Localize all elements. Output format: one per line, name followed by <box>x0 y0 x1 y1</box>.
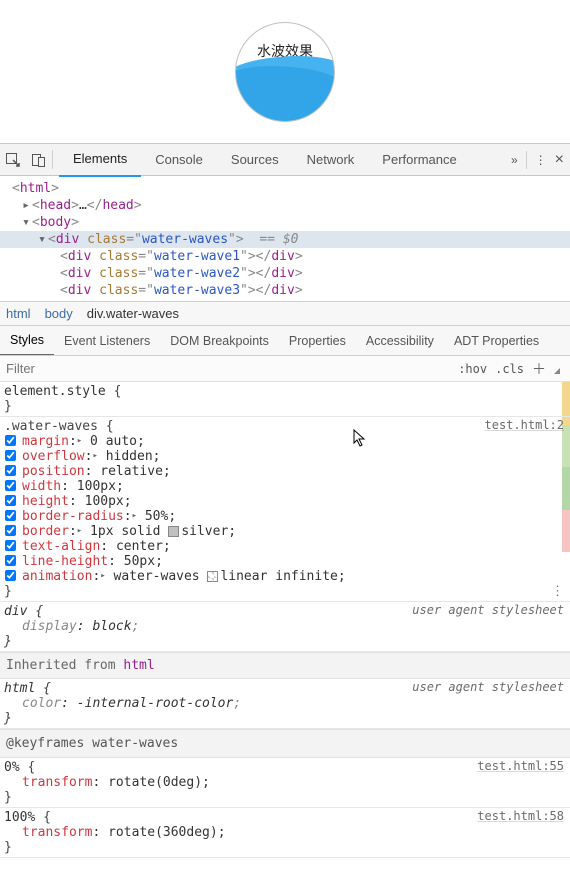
tab-elements[interactable]: Elements <box>59 142 141 177</box>
dom-node-head[interactable]: ▸ <head>…</head> <box>0 197 570 214</box>
css-declaration[interactable]: line-height: 50px; <box>4 554 566 569</box>
rule-water-waves[interactable]: test.html:2 .water-waves { margin:▸ 0 au… <box>0 417 570 602</box>
water-wave-shape-2 <box>235 66 335 121</box>
toggle-checkbox[interactable] <box>5 495 16 506</box>
toggle-checkbox[interactable] <box>5 450 16 461</box>
rule-kf-0[interactable]: test.html:55 0% { transform: rotate(0deg… <box>0 758 570 808</box>
rule-html-ua[interactable]: user agent stylesheet html { color: -int… <box>0 679 570 729</box>
new-style-rule-icon[interactable]: ＋ <box>532 359 546 379</box>
rule-kf-100[interactable]: test.html:58 100% { transform: rotate(36… <box>0 808 570 858</box>
css-declaration[interactable]: overflow:▸ hidden; <box>4 449 566 464</box>
breadcrumb-body[interactable]: body <box>45 306 73 321</box>
toggle-checkbox[interactable] <box>5 570 16 581</box>
expand-tri-icon[interactable]: ▸ <box>92 449 97 464</box>
toggle-checkbox[interactable] <box>5 540 16 551</box>
ua-label: user agent stylesheet <box>412 603 564 618</box>
css-declaration[interactable]: border:▸ 1px solid silver; <box>4 524 566 539</box>
toolbar-right: » ⋮ × <box>505 144 570 175</box>
sub-tab-adt-properties[interactable]: ADT Properties <box>444 327 549 355</box>
toggle-checkbox[interactable] <box>5 525 16 536</box>
expand-tri-icon[interactable]: ▸ <box>100 569 105 584</box>
css-declaration[interactable]: border-radius:▸ 50%; <box>4 509 566 524</box>
ua-label: user agent stylesheet <box>412 680 564 695</box>
water-waves-demo: 水波效果 <box>235 22 335 122</box>
dom-node-water-wave1[interactable]: <div class="water-wave1"></div> <box>0 248 570 265</box>
css-declaration[interactable]: text-align: center; <box>4 539 566 554</box>
expand-tri-icon[interactable]: ▸ <box>132 509 137 524</box>
styles-filter-row: :hov .cls ＋ <box>0 356 570 382</box>
inherited-header: Inherited from html <box>0 652 570 679</box>
tab-performance[interactable]: Performance <box>368 143 470 176</box>
kebab-menu-icon[interactable]: ⋮ <box>535 153 547 167</box>
tab-network[interactable]: Network <box>293 143 369 176</box>
color-swatch[interactable] <box>168 526 179 537</box>
css-declaration[interactable]: animation:▸ water-waves linear infinite; <box>4 569 566 584</box>
toggle-checkbox[interactable] <box>5 555 16 566</box>
expand-corner-icon[interactable] <box>554 364 560 374</box>
expand-tri-icon[interactable]: ▸ <box>77 434 82 449</box>
breadcrumb-current: div.water-waves <box>87 306 179 321</box>
source-link[interactable]: test.html:55 <box>477 759 564 774</box>
collapse-icon: ▾ <box>36 231 48 248</box>
dom-node-water-wave2[interactable]: <div class="water-wave2"></div> <box>0 265 570 282</box>
panel-tabs: Elements Console Sources Network Perform… <box>53 144 505 175</box>
source-link[interactable]: test.html:2 <box>485 418 564 433</box>
hov-toggle[interactable]: :hov <box>458 362 487 376</box>
toggle-checkbox[interactable] <box>5 480 16 491</box>
sub-tab-dom-breakpoints[interactable]: DOM Breakpoints <box>160 327 279 355</box>
dom-tree[interactable]: <html> ▸ <head>…</head> ▾ <body> ⋯ ▾ <di… <box>0 176 570 301</box>
toggle-checkbox[interactable] <box>5 510 16 521</box>
dom-node-html[interactable]: <html> <box>0 180 570 197</box>
source-link[interactable]: test.html:58 <box>477 809 564 824</box>
css-declaration[interactable]: margin:▸ 0 auto; <box>4 434 566 449</box>
dom-node-body[interactable]: ▾ <body> <box>0 214 570 231</box>
expand-tri-icon[interactable]: ▸ <box>77 524 82 539</box>
rule-kebab-icon[interactable]: ⋮ <box>551 584 564 599</box>
separator <box>526 151 527 169</box>
keyframes-header: @keyframes water-waves <box>0 729 570 758</box>
collapse-icon: ▾ <box>20 214 32 231</box>
sub-tab-accessibility[interactable]: Accessibility <box>356 327 444 355</box>
rule-div-ua[interactable]: user agent stylesheet div { display: blo… <box>0 602 570 652</box>
tabs-overflow-icon[interactable]: » <box>511 153 518 167</box>
devtools-toolbar: Elements Console Sources Network Perform… <box>0 143 570 176</box>
sub-tab-properties[interactable]: Properties <box>279 327 356 355</box>
rule-element-style[interactable]: element.style { } <box>0 382 570 417</box>
device-toolbar-icon[interactable] <box>26 144 52 175</box>
sub-tab-styles[interactable]: Styles <box>0 326 54 356</box>
color-swatch[interactable] <box>207 571 218 582</box>
css-declaration[interactable]: width: 100px; <box>4 479 566 494</box>
styles-sub-tabs: Styles Event Listeners DOM Breakpoints P… <box>0 326 570 356</box>
sub-tab-event-listeners[interactable]: Event Listeners <box>54 327 160 355</box>
css-declaration[interactable]: position: relative; <box>4 464 566 479</box>
css-declaration[interactable]: height: 100px; <box>4 494 566 509</box>
tab-sources[interactable]: Sources <box>217 143 293 176</box>
styles-filter-input[interactable] <box>0 357 458 380</box>
cls-toggle[interactable]: .cls <box>495 362 524 376</box>
breadcrumb: html body div.water-waves <box>0 301 570 326</box>
breadcrumb-html[interactable]: html <box>6 306 31 321</box>
close-devtools-icon[interactable]: × <box>555 151 564 169</box>
toggle-checkbox[interactable] <box>5 465 16 476</box>
page-preview: 水波效果 <box>0 0 570 143</box>
dom-node-water-wave3[interactable]: <div class="water-wave3"></div> <box>0 282 570 299</box>
inspect-element-icon[interactable] <box>0 144 26 175</box>
styles-pane[interactable]: element.style { } test.html:2 .water-wav… <box>0 382 570 893</box>
toggle-checkbox[interactable] <box>5 435 16 446</box>
tab-console[interactable]: Console <box>141 143 217 176</box>
dom-node-water-waves[interactable]: ⋯ ▾ <div class="water-waves"> == $0 <box>0 231 570 248</box>
expand-icon: ▸ <box>20 197 32 214</box>
